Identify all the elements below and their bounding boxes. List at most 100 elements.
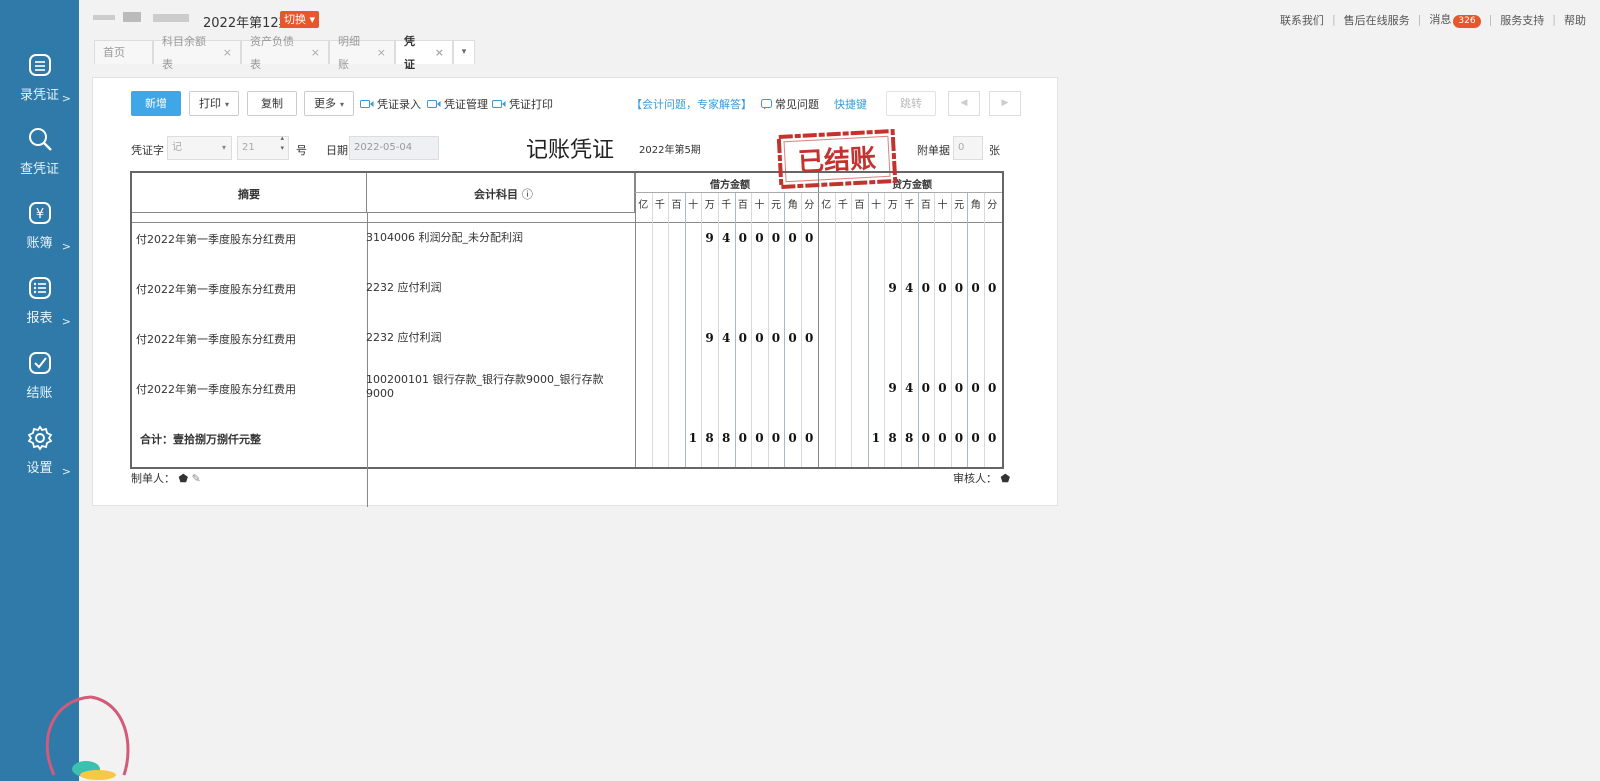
digit-unit-header: 分 [987,200,998,211]
column-divider [635,173,636,467]
shortcut-link[interactable]: 快捷键 [834,96,867,112]
sidebar-item-settings[interactable]: 设置 > [0,423,79,493]
link-label: 常见问题 [775,98,819,111]
row-account[interactable]: 2232 应付利润 [366,331,606,345]
digit-divider [934,193,936,467]
credit-digit: 0 [954,281,964,295]
digit-divider [901,193,902,467]
total-debit-digit: 0 [771,431,781,445]
print-button[interactable]: 打印 ▾ [189,91,239,116]
switch-period-button[interactable]: 切换 ▾ [280,11,320,28]
debit-digit: 0 [755,231,764,245]
credit-digit: 0 [921,281,930,295]
expert-answer-link[interactable]: 【会计问题，专家解答】 [631,96,752,112]
support-link[interactable]: 服务支持 [1500,12,1544,28]
tab-label: 资产负债表 [250,34,294,71]
tab-voucher[interactable]: 凭证 × [395,35,453,71]
contact-link[interactable]: 联系我们 [1280,12,1324,28]
search-icon [28,128,52,151]
close-icon[interactable]: × [311,41,320,64]
chevron-right-icon: > [61,465,71,478]
digit-unit-header: 百 [920,200,931,211]
more-label: 更多 [313,97,336,110]
digit-unit-header: 千 [837,200,848,211]
chevron-right-icon: > [61,240,71,253]
video-icon [427,100,441,108]
tab-dropdown-button[interactable]: ▾ [453,40,475,64]
voucher-word-select[interactable]: 记 ▾ [167,136,232,160]
close-icon[interactable]: × [435,41,444,64]
credit-digit: 9 [888,381,897,395]
row-account[interactable]: 100200101 银行存款_银行存款9000_银行存款9000 [366,373,606,401]
credit-digit: 0 [988,281,997,295]
close-icon[interactable]: × [377,41,386,64]
switch-label: 切换 [284,13,306,26]
row-account[interactable]: 3104006 利润分配_未分配利润 [366,231,606,245]
tab-balance[interactable]: 科目余额表 × [153,35,241,71]
digit-divider [917,193,919,467]
total-credit-digit: 8 [888,431,897,445]
digit-divider [784,193,786,467]
voucher-word-label: 凭证字 [131,144,164,157]
sidebar-item-record-voucher[interactable]: 录凭证 > [0,50,79,120]
total-credit-digit: 8 [905,431,914,445]
stepper-arrows-icon[interactable]: ▴ ▾ [280,133,284,153]
digit-unit-header: 亿 [821,200,832,211]
voucher-icon [28,54,51,76]
digit-divider [734,193,736,467]
sidebar-item-query-voucher[interactable]: 查凭证 [0,124,79,194]
svg-text:¥: ¥ [35,207,43,222]
row-summary[interactable]: 付2022年第一季度股东分红费用 [136,231,361,247]
pencil-icon[interactable]: ✎ [192,472,201,485]
voucher-number-stepper[interactable]: 21 ▴ ▾ [237,133,289,160]
more-button[interactable]: 更多 ▾ [304,91,354,116]
number-suffix: 号 [296,144,307,157]
close-icon[interactable]: × [223,41,232,64]
new-button[interactable]: 新增 [131,91,181,116]
debit-digit: 0 [771,331,781,345]
debit-digit: 0 [755,331,764,345]
debit-digit: 0 [738,231,747,245]
messages-label: 消息 [1429,13,1452,26]
debit-digit: 4 [722,331,731,345]
sidebar-item-reports[interactable]: 报表 > [0,273,79,343]
help-link[interactable]: 帮助 [1564,12,1586,28]
row-summary[interactable]: 付2022年第一季度股东分红费用 [136,331,361,347]
total-debit-digit: 0 [738,431,747,445]
attachment-count-input[interactable]: 0 [953,136,983,160]
date-input[interactable]: 2022-05-04 [349,136,439,160]
row-summary[interactable]: 付2022年第一季度股东分红费用 [136,381,361,397]
service-link[interactable]: 售后在线服务 [1344,12,1410,28]
company-name-redacted [93,12,189,22]
tab-label: 明细账 [338,34,360,71]
copy-button[interactable]: 复制 [247,91,297,116]
tab-home[interactable]: 首页 [94,40,153,64]
tab-label: 科目余额表 [162,34,206,71]
messages-link[interactable]: 消息 326 [1429,11,1481,28]
faq-link[interactable]: 常见问题 [761,96,819,112]
sidebar-item-close-accounts[interactable]: 结账 [0,348,79,418]
prev-voucher-button[interactable]: ◀ [948,91,980,116]
voucher-period: 2022年第5期 [639,145,701,156]
next-voucher-button[interactable]: ▶ [989,91,1021,116]
digit-unit-header: 元 [954,200,965,211]
digit-divider [718,193,719,467]
jump-button[interactable]: 跳转 [886,91,936,116]
row-summary[interactable]: 付2022年第一季度股东分红费用 [136,281,361,297]
tab-balance-sheet[interactable]: 资产负债表 × [241,35,329,71]
sidebar-item-ledger[interactable]: ¥ 账簿 > [0,198,79,268]
voucher-print-video-link[interactable]: 凭证打印 [492,96,553,112]
digit-unit-header: 百 [737,200,748,211]
voucher-manage-video-link[interactable]: 凭证管理 [427,96,488,112]
credit-digit: 0 [921,381,930,395]
gear-icon [27,425,52,451]
message-count-badge: 326 [1453,15,1481,28]
chevron-right-icon: > [61,315,71,328]
digit-divider [834,193,836,467]
voucher-entry-video-link[interactable]: 凭证录入 [360,96,421,112]
chevron-right-icon: > [61,92,71,105]
sidebar-item-label: 查凭证 [19,162,59,177]
total-debit-digit: 0 [755,431,764,445]
row-account[interactable]: 2232 应付利润 [366,281,606,295]
tab-detail-ledger[interactable]: 明细账 × [329,35,395,71]
